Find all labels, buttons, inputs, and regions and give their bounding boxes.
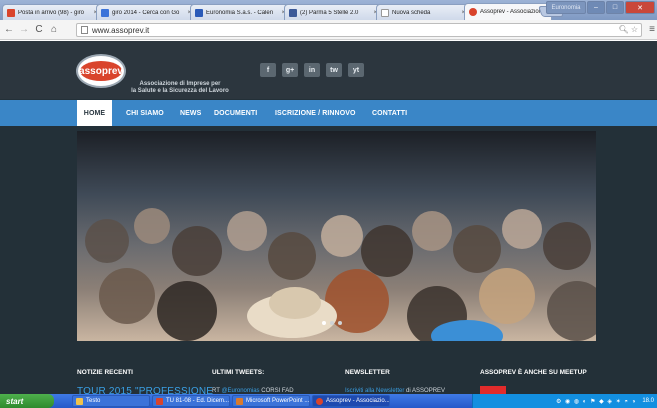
window-controls: Euronomia – □ ✕ [546, 1, 655, 14]
system-tray: ⚙ ◉ ◍ ◐ ⚑ ◆ ◈ ✶ ◓ ◑ 18.0 [472, 394, 657, 408]
start-button[interactable]: start [0, 394, 54, 408]
taskbar-label: Microsoft PowerPoint ... [246, 398, 310, 404]
menu-icon[interactable]: ≡ [649, 24, 655, 35]
bookmark-star-icon[interactable]: 🔍︎ ☆ [618, 25, 638, 34]
logo-text: assoprev [79, 61, 123, 81]
facebook-icon [289, 8, 297, 17]
windows-taskbar: start Testo TU 81-08 - Ed. Dicem... Micr… [0, 394, 657, 408]
google-icon [101, 8, 109, 17]
footer-title-newsletter: NEWSLETTER [345, 369, 390, 376]
tab-title: giro 2014 - Cerca con Go [112, 9, 180, 16]
folder-icon [76, 397, 83, 405]
nav-contatti[interactable]: CONTATTI [366, 100, 413, 126]
footer-col-tweets: ULTIMI TWEETS: RT @Euronomias CORSI FAD [212, 369, 294, 394]
browser-tab-2[interactable]: giro 2014 - Cerca con Go × [96, 4, 196, 20]
crowd-photo [85, 208, 596, 341]
footer-col-meetup: ASSOPREV È ANCHE SU MEETUP [480, 369, 587, 376]
news-item-link[interactable]: TOUR 2015 "PROFESSIONE [77, 386, 213, 394]
browser-toolbar: ← → C ⌂ 🔍︎ ☆ ≡ [0, 20, 657, 40]
web-page: assoprev Associazione di Imprese per la … [0, 41, 657, 394]
start-label: start [6, 396, 24, 406]
browser-tab-1[interactable]: Posta in arrivo (98) - giro × [2, 4, 102, 20]
back-arrow-icon[interactable]: ← [3, 23, 15, 37]
facebook-icon[interactable]: f [260, 63, 276, 77]
window-user-label[interactable]: Euronomia [546, 1, 586, 14]
footer-title-meetup: ASSOPREV È ANCHE SU MEETUP [480, 369, 587, 376]
tab-title: Posta in arrivo (98) - giro [18, 9, 85, 16]
browser-tab-4[interactable]: (2) Parma 5 Stelle 2.0 × [284, 4, 382, 20]
tray-icons[interactable]: ⚙ ◉ ◍ ◐ ⚑ ◆ ◈ ✶ ◓ ◑ [556, 398, 636, 405]
taskbar-item-chrome[interactable]: Assoprev - Associazio... [312, 395, 390, 407]
site-header: assoprev Associazione di Imprese per la … [0, 41, 657, 99]
footer-col-newsletter: NEWSLETTER Iscriviti alla Newsletter di … [345, 369, 445, 394]
slider-dot-1[interactable] [322, 321, 326, 325]
tagline-line2: la Salute e la Sicurezza del Lavoro [131, 88, 229, 94]
tagline-line1: Associazione di Imprese per [139, 81, 221, 87]
slider-dots [322, 321, 342, 325]
close-window-icon[interactable]: ✕ [625, 1, 655, 14]
browser-tab-strip: Posta in arrivo (98) - giro × giro 2014 … [0, 0, 657, 20]
footer-title-news: NOTIZIE RECENTI [77, 369, 133, 376]
clock[interactable]: 18.0 [642, 398, 654, 404]
taskbar-item-powerpoint[interactable]: Microsoft PowerPoint ... [232, 395, 310, 407]
meetup-logo[interactable] [480, 386, 506, 394]
calendar-icon [195, 8, 203, 17]
minimize-icon[interactable]: – [587, 1, 605, 14]
site-tagline: Associazione di Imprese per la Salute e … [115, 81, 245, 95]
chrome-icon [316, 397, 323, 405]
slider-dot-2[interactable] [330, 321, 334, 325]
pdf-icon [156, 397, 163, 405]
forward-arrow-icon[interactable]: → [18, 23, 30, 37]
taskbar-item-pdf[interactable]: TU 81-08 - Ed. Dicem... [152, 395, 230, 407]
twitter-icon[interactable]: tw [326, 63, 342, 77]
main-navigation: HOME CHI SIAMO NEWS DOCUMENTI ISCRIZIONE… [0, 100, 657, 126]
tab-title: (2) Parma 5 Stelle 2.0 [300, 9, 359, 16]
youtube-icon[interactable]: yt [348, 63, 364, 77]
nav-home[interactable]: HOME [77, 100, 112, 126]
browser-tab-5[interactable]: Nuova scheda × [376, 4, 470, 20]
footer-col-news: NOTIZIE RECENTI [77, 369, 133, 376]
social-links: f g+ in tw yt [260, 63, 364, 77]
taskbar-label: TU 81-08 - Ed. Dicem... [166, 398, 230, 404]
address-bar[interactable]: 🔍︎ ☆ [76, 23, 642, 37]
nav-documenti[interactable]: DOCUMENTI [208, 100, 263, 126]
google-plus-icon[interactable]: g+ [282, 63, 298, 77]
blank-page-icon [381, 8, 389, 17]
slider-dot-3[interactable] [338, 321, 342, 325]
taskbar-label: Testo [86, 398, 101, 404]
linkedin-icon[interactable]: in [304, 63, 320, 77]
tab-title: Nuova scheda [392, 9, 431, 16]
taskbar-label: Assoprev - Associazio... [326, 398, 390, 404]
home-icon[interactable]: ⌂ [48, 23, 60, 37]
nav-news[interactable]: NEWS [174, 100, 207, 126]
maximize-icon[interactable]: □ [606, 1, 624, 14]
reload-icon[interactable]: C [33, 23, 45, 37]
tab-title: Assoprev - Associazione [480, 9, 542, 15]
nav-chi-siamo[interactable]: CHI SIAMO [120, 100, 170, 126]
gmail-icon [7, 8, 15, 17]
page-icon [81, 26, 88, 34]
assoprev-favicon-icon [469, 8, 477, 16]
taskbar-item-testo[interactable]: Testo [72, 395, 150, 407]
tab-title: Euronomia S.a.s. - Calen [206, 9, 274, 16]
powerpoint-icon [236, 397, 243, 405]
footer-title-tweets: ULTIMI TWEETS: [212, 369, 265, 376]
browser-tab-3[interactable]: Euronomia S.a.s. - Calen × [190, 4, 290, 20]
hero-slider-image[interactable] [77, 131, 596, 341]
url-input[interactable] [92, 25, 592, 35]
nav-iscrizione[interactable]: ISCRIZIONE / RINNOVO [269, 100, 362, 126]
